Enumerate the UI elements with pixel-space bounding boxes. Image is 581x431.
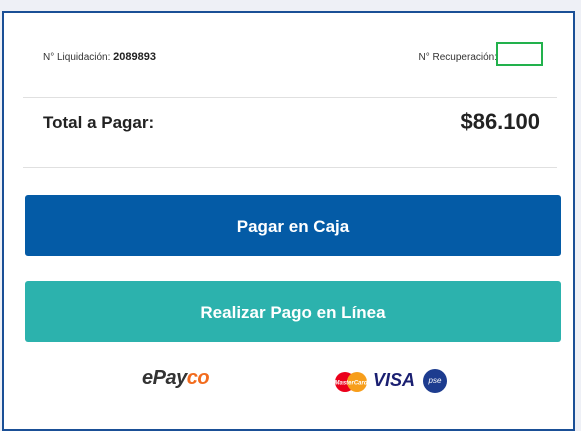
liquidacion-field: N° Liquidación: 2089893: [43, 51, 156, 63]
total-amount: $86.100: [460, 109, 540, 134]
payment-card: N° Liquidación: 2089893 N° Recuperación:…: [2, 11, 575, 431]
visa-logo: VISA: [373, 370, 416, 390]
payment-logos: ePayco MasterCard VISA pse: [4, 367, 573, 397]
pagar-en-caja-button[interactable]: Pagar en Caja: [25, 195, 561, 256]
mastercard-icon: MasterCard: [334, 372, 368, 392]
liquidacion-label: N° Liquidación:: [43, 52, 111, 63]
pse-logo: pse: [423, 369, 447, 393]
divider: [23, 167, 557, 168]
svg-text:MasterCard: MasterCard: [334, 381, 367, 387]
divider: [23, 97, 557, 98]
recuperacion-label: N° Recuperación:: [418, 52, 497, 63]
epayco-logo: ePayco: [142, 367, 210, 389]
total-label: Total a Pagar:: [43, 113, 155, 132]
recuperacion-value-box: [496, 42, 543, 66]
pago-en-linea-button[interactable]: Realizar Pago en Línea: [25, 281, 561, 342]
reference-row: N° Liquidación: 2089893 N° Recuperación:: [4, 13, 573, 97]
liquidacion-value: 2089893: [113, 51, 156, 63]
